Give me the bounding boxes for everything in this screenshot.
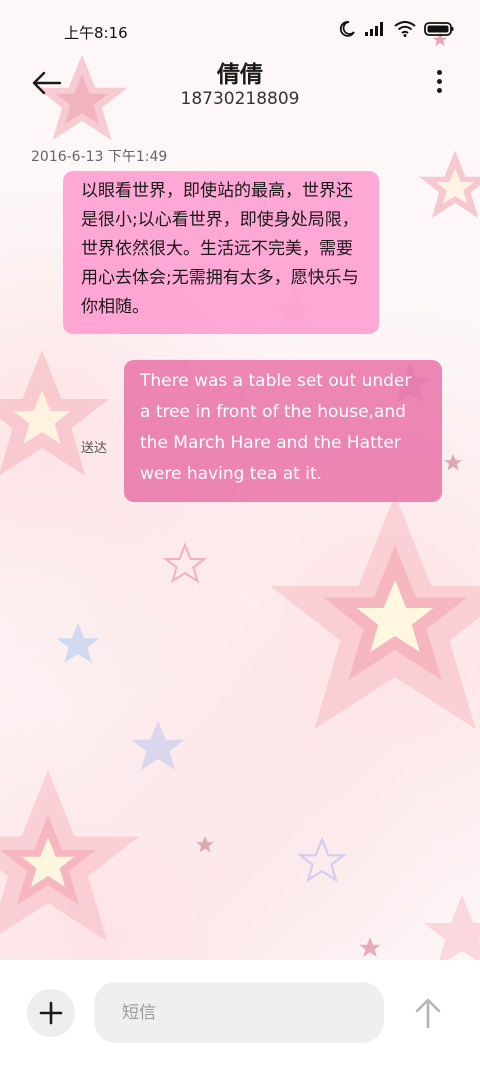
signal-icon: [364, 21, 386, 41]
more-vertical-icon-dot: [436, 88, 442, 93]
conversation-header: 倩倩 18730218809: [0, 50, 480, 120]
plus-icon: [27, 989, 75, 1037]
incoming-message-bubble[interactable]: 以眼看世界，即使站的最高，世界还是很小;以心看世界，即使身处局限，世界依然很大。…: [63, 171, 379, 334]
message-input[interactable]: [94, 982, 384, 1043]
arrow-up-icon: [415, 998, 441, 1029]
message-timestamp: 2016-6-13 下午1:49: [31, 149, 168, 165]
outgoing-message-bubble[interactable]: There was a table set out under a tree i…: [124, 360, 442, 502]
contact-name[interactable]: 倩倩: [0, 55, 480, 89]
moon-icon: [338, 20, 356, 42]
wifi-icon: [394, 21, 416, 41]
more-options-button[interactable]: [434, 70, 444, 96]
add-attachment-button[interactable]: [27, 989, 75, 1037]
composer-bar: [0, 960, 480, 1066]
contact-phone-number: 18730218809: [180, 89, 300, 109]
delivery-status: 送达: [81, 441, 108, 456]
battery-icon: [424, 21, 454, 41]
more-vertical-icon-dot: [436, 79, 442, 84]
status-icons: [338, 20, 454, 42]
status-time: 上午8:16: [64, 24, 128, 42]
send-button[interactable]: [412, 996, 444, 1030]
more-vertical-icon: [436, 70, 442, 75]
